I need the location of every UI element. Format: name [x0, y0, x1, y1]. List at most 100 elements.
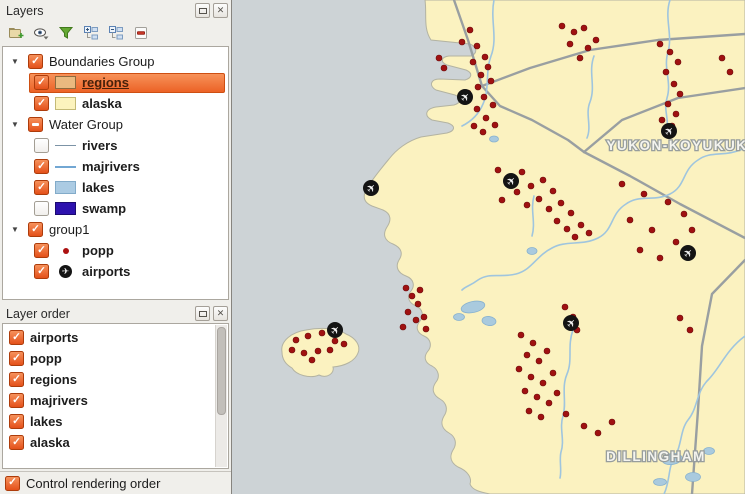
popp-point [687, 327, 693, 333]
popp-point [593, 37, 599, 43]
layer-checkbox[interactable]: ✓ [9, 393, 24, 408]
popp-point [577, 55, 583, 61]
majrivers-swatch [55, 160, 76, 173]
layers-float-button[interactable] [195, 3, 210, 18]
popp-point [478, 72, 484, 78]
layer-row[interactable]: ✓lakes [3, 177, 228, 198]
layer-row[interactable]: ✓ popp [3, 240, 228, 261]
layer-row-inner: ✓majrivers [29, 157, 225, 177]
popp-point [677, 315, 683, 321]
popp-point [301, 350, 307, 356]
layer-checkbox[interactable] [34, 138, 49, 153]
layer-order-row[interactable]: ✓ alaska [3, 432, 228, 453]
layer-checkbox[interactable]: ✓ [9, 330, 24, 345]
check-icon: ✓ [37, 161, 46, 172]
manage-visibility-button[interactable] [32, 24, 50, 42]
layer-order-float-button[interactable] [195, 306, 210, 321]
check-icon: ✓ [8, 477, 17, 488]
layers-panel-titlebar[interactable]: Layers ✕ [0, 0, 231, 20]
layer-order-row[interactable]: ✓lakes [3, 411, 228, 432]
layer-order-close-button[interactable]: ✕ [213, 306, 228, 321]
layer-checkbox[interactable]: ✓ [34, 159, 49, 174]
collapse-arrow-icon[interactable]: ▼ [7, 120, 23, 129]
layer-checkbox[interactable]: ✓ [9, 414, 24, 429]
airports-swatch: ✈ [55, 265, 76, 278]
check-icon: ✓ [31, 224, 40, 235]
layer-row[interactable]: ✓majrivers [3, 156, 228, 177]
layer-group-row[interactable]: ▼✓Boundaries Group [3, 51, 228, 72]
popp-point [546, 206, 552, 212]
check-icon: ✓ [12, 416, 21, 427]
popp-point [585, 45, 591, 51]
layers-tree: ▼✓Boundaries Group✓regions✓alaska▼Water … [2, 46, 229, 300]
layers-toolbar [0, 20, 231, 46]
layer-checkbox[interactable]: ✓ [34, 75, 49, 90]
layer-checkbox[interactable]: ✓ [34, 96, 49, 111]
layer-order-row[interactable]: ✓regions [3, 369, 228, 390]
control-rendering-order-checkbox[interactable]: ✓ [5, 476, 20, 491]
layer-checkbox[interactable]: ✓ [9, 435, 24, 450]
map-canvas[interactable]: ✈✈✈✈✈✈✈ YUKON-KOYUKUKDILLINGHAM [232, 0, 745, 494]
popp-point [540, 177, 546, 183]
layer-order-row[interactable]: ✓airports [3, 327, 228, 348]
layer-row[interactable]: ✓regions [3, 72, 228, 93]
layer-row[interactable]: ✓alaska [3, 93, 228, 114]
layer-checkbox[interactable]: ✓ [28, 222, 43, 237]
layer-row[interactable]: swamp [3, 198, 228, 219]
layers-close-button[interactable]: ✕ [213, 3, 228, 18]
popp-point [671, 81, 677, 87]
popp-point [481, 94, 487, 100]
layer-checkbox[interactable]: ✓ [34, 180, 49, 195]
popp-point [562, 304, 568, 310]
popp-point [727, 69, 733, 75]
layer-order-label: popp [30, 351, 62, 366]
check-icon: ✓ [37, 245, 46, 256]
layer-group-row[interactable]: ▼Water Group [3, 114, 228, 135]
popp-point [485, 64, 491, 70]
layer-label: swamp [82, 201, 126, 216]
scrollbar-thumb[interactable] [217, 327, 226, 415]
layer-order-titlebar[interactable]: Layer order ✕ [0, 303, 231, 323]
popp-point [405, 309, 411, 315]
collapse-arrow-icon[interactable]: ▼ [7, 57, 23, 66]
expand-all-button[interactable] [82, 24, 100, 42]
line-symbol [55, 166, 76, 168]
layer-checkbox[interactable]: ✓ [34, 264, 49, 279]
layer-checkbox[interactable]: ✓ [28, 54, 43, 69]
popp-point [536, 196, 542, 202]
popp-point [459, 39, 465, 45]
float-icon [199, 311, 207, 317]
popp-point [289, 347, 295, 353]
collapse-all-button[interactable] [107, 24, 125, 42]
layer-row[interactable]: ✓✈airports [3, 261, 228, 282]
collapse-arrow-icon[interactable]: ▼ [7, 225, 23, 234]
layer-checkbox[interactable]: ✓ [9, 351, 24, 366]
layer-order-row[interactable]: ✓majrivers [3, 390, 228, 411]
filter-legend-button[interactable] [57, 24, 75, 42]
layer-row[interactable]: rivers [3, 135, 228, 156]
popp-point [665, 101, 671, 107]
popp-point [417, 287, 423, 293]
layer-order-panel: Layer order ✕ ✓airports✓popp✓regions✓maj… [0, 303, 231, 494]
layer-order-label: alaska [30, 435, 70, 450]
layer-checkbox[interactable] [34, 201, 49, 216]
popp-point [499, 197, 505, 203]
close-icon: ✕ [217, 309, 225, 318]
layer-checkbox[interactable]: ✓ [9, 372, 24, 387]
layer-checkbox[interactable] [28, 117, 43, 132]
layer-order-row[interactable]: ✓ popp [3, 348, 228, 369]
popp-point [659, 117, 665, 123]
popp-point [480, 129, 486, 135]
remove-layer-button[interactable] [132, 24, 150, 42]
popp-point [609, 419, 615, 425]
add-group-button[interactable] [7, 24, 25, 42]
layer-order-scrollbar[interactable] [215, 325, 227, 467]
popp-point [470, 59, 476, 65]
popp-point [571, 29, 577, 35]
layer-group-row[interactable]: ▼✓group1 [3, 219, 228, 240]
layer-label: popp [82, 243, 114, 258]
popp-point [554, 218, 560, 224]
popp-point [474, 106, 480, 112]
layer-checkbox[interactable]: ✓ [34, 243, 49, 258]
layer-row-inner: swamp [29, 199, 225, 219]
